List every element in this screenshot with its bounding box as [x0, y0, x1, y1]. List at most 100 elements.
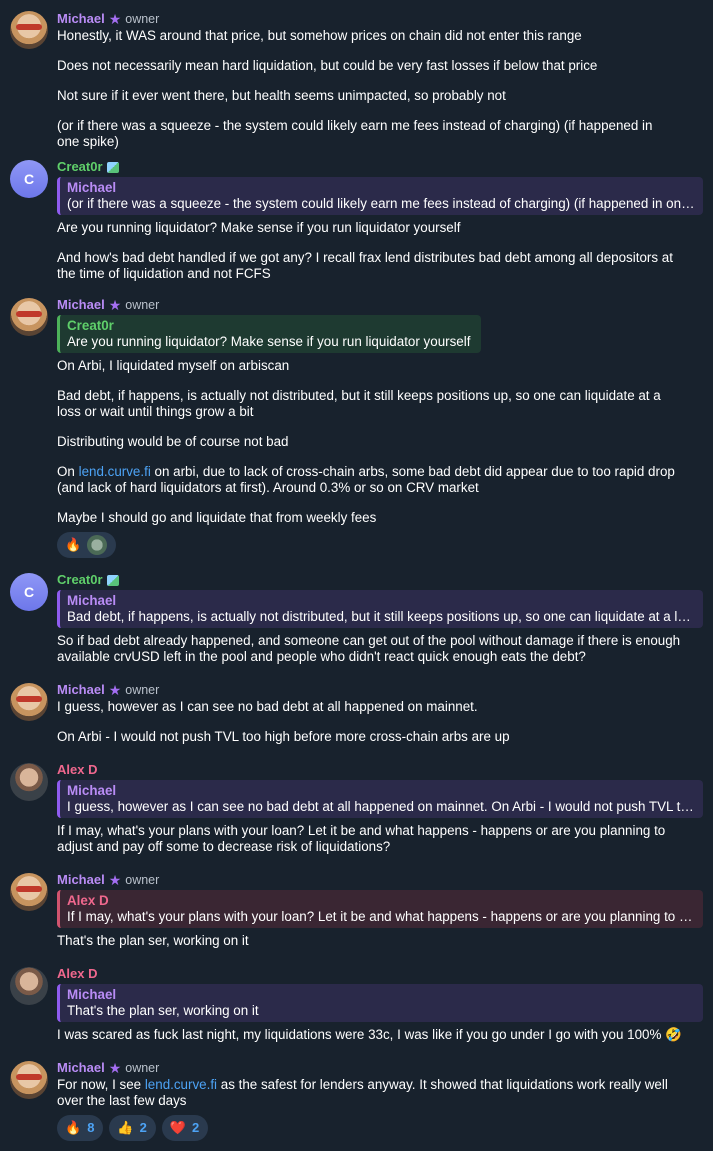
role-badge: owner: [125, 1061, 160, 1075]
message-header: Michael ★ owner: [57, 681, 703, 699]
user-avatar[interactable]: C: [10, 573, 48, 611]
reaction-button[interactable]: 👍 2: [109, 1115, 156, 1141]
reply-quote[interactable]: Michael (or if there was a squeeze - the …: [57, 177, 703, 215]
text-prefix: For now, I see: [57, 1077, 145, 1092]
role-badge: owner: [125, 298, 160, 312]
reaction-button[interactable]: 🔥: [57, 532, 117, 558]
author-name[interactable]: Creat0r: [57, 159, 103, 175]
message-content: Alex D Michael I guess, however as I can s…: [57, 761, 703, 855]
reply-quote-author: Alex D: [67, 893, 109, 908]
role-badge: owner: [125, 12, 160, 26]
message-text-line: I guess, however as I can see no bad deb…: [57, 699, 478, 714]
reply-quote-text: I guess, however as I can see no bad deb…: [67, 799, 697, 814]
message-content: Alex D Michael That's the plan ser, workin…: [57, 965, 703, 1043]
author-name[interactable]: Michael: [57, 297, 105, 313]
user-avatar[interactable]: C: [10, 160, 48, 198]
star-icon: ★: [108, 11, 122, 27]
message-header: Michael ★ owner: [57, 296, 703, 314]
reply-quote-text: If I may, what's your plans with your lo…: [67, 909, 697, 924]
author-name[interactable]: Alex D: [57, 966, 97, 982]
reply-quote-text: (or if there was a squeeze - the system …: [67, 196, 697, 211]
user-avatar[interactable]: [10, 967, 48, 1005]
reaction-emoji: 👍: [117, 1120, 134, 1135]
message-text-line: I was scared as fuck last night, my liqu…: [57, 1027, 682, 1042]
reaction-count: 2: [139, 1120, 147, 1135]
message-content: Michael ★ owner I guess, however as I can s…: [57, 681, 703, 745]
message-text-line: Are you running liquidator? Make sense i…: [57, 220, 461, 235]
message-header: Creat0r: [57, 158, 703, 176]
message-text-line: On Arbi - I would not push TVL too high …: [57, 729, 510, 744]
user-avatar[interactable]: [10, 1061, 48, 1099]
reaction-emoji: ❤️: [169, 1120, 187, 1135]
emoji-status-icon: [106, 161, 119, 173]
reactions-bar: 🔥 8 👍 2 ❤️ 2: [57, 1115, 703, 1141]
message-text-line: adjust and pay off some to decrease risk…: [57, 839, 391, 854]
emoji-status-icon: [106, 574, 119, 586]
message-content: Michael ★ owner For now, I see lend.curve.f…: [57, 1059, 703, 1141]
user-avatar[interactable]: [10, 763, 48, 801]
author-name[interactable]: Michael: [57, 1060, 105, 1076]
user-avatar[interactable]: [10, 683, 48, 721]
message-header: Alex D: [57, 761, 703, 779]
message-header: Creat0r: [57, 571, 703, 589]
reply-quote[interactable]: Creat0r Are you running liquidator? Make …: [57, 315, 481, 353]
message-text-line: over the last few days: [57, 1093, 187, 1108]
message-text-line: If I may, what's your plans with your lo…: [57, 823, 666, 838]
user-avatar[interactable]: [10, 11, 48, 49]
message-text-line: Honestly, it WAS around that price, but …: [57, 28, 582, 43]
message-text-line: Not sure if it ever went there, but heal…: [57, 88, 506, 103]
message-header: Michael ★ owner: [57, 1059, 703, 1077]
reply-quote[interactable]: Alex D If I may, what's your plans with y…: [57, 890, 703, 928]
message-text-line: the time of liquidation and not FCFS: [57, 266, 271, 281]
reaction-emoji: 🔥: [65, 537, 82, 552]
author-name[interactable]: Alex D: [57, 762, 97, 778]
reaction-button[interactable]: 🔥 8: [57, 1115, 104, 1141]
text-suffix: as the safest for lenders anyway. It sho…: [217, 1077, 668, 1092]
author-name[interactable]: Michael: [57, 682, 105, 698]
chat-message-list[interactable]: Michael ★ owner Honestly, it WAS around tha…: [0, 0, 713, 1151]
message-text-line: available crvUSD left in the pool and pe…: [57, 649, 586, 664]
reply-quote[interactable]: Michael That's the plan ser, working on i…: [57, 984, 703, 1022]
author-name[interactable]: Michael: [57, 11, 105, 27]
link-lend-curve[interactable]: lend.curve.fi: [79, 464, 151, 479]
reply-quote-author: Creat0r: [67, 318, 114, 333]
message-content: Michael ★ owner Creat0r Are you running liqu…: [57, 296, 703, 558]
message-content: Michael ★ owner Alex D If I may, what's your…: [57, 871, 703, 949]
reply-quote-text: Bad debt, if happens, is actually not di…: [67, 609, 697, 624]
message-text-line: On lend.curve.fi on arbi, due to lack of…: [57, 464, 703, 480]
message-text-line: Does not necessarily mean hard liquidati…: [57, 58, 598, 73]
message-text-line: For now, I see lend.curve.fi as the safe…: [57, 1077, 703, 1093]
reply-quote[interactable]: Michael I guess, however as I can see no …: [57, 780, 703, 818]
user-avatar[interactable]: [10, 298, 48, 336]
author-name[interactable]: Michael: [57, 872, 105, 888]
message-text-line: On Arbi, I liquidated myself on arbiscan: [57, 358, 290, 373]
reaction-button[interactable]: ❤️ 2: [161, 1115, 209, 1141]
reply-quote-text: Are you running liquidator? Make sense i…: [67, 334, 471, 349]
message-text-line: (or if there was a squeeze - the system …: [57, 118, 653, 133]
reply-quote-author: Michael: [67, 180, 117, 195]
role-badge: owner: [125, 683, 160, 697]
user-avatar[interactable]: [10, 873, 48, 911]
reaction-emoji: 🔥: [65, 1120, 82, 1135]
link-lend-curve[interactable]: lend.curve.fi: [145, 1077, 217, 1092]
message-text-line: loss or wait until things grow a bit: [57, 404, 254, 419]
message-content: Creat0r Michael Bad debt, if happens, is a…: [57, 571, 703, 665]
role-badge: owner: [125, 873, 160, 887]
message-header: Michael ★ owner: [57, 10, 703, 28]
reaction-count: 2: [192, 1120, 200, 1135]
text-suffix: on arbi, due to lack of cross-chain arbs…: [150, 464, 675, 479]
message-text-line: one spike): [57, 134, 119, 149]
message-content: Creat0r Michael (or if there was a squeeze…: [57, 158, 703, 282]
reply-quote-author: Michael: [67, 783, 117, 798]
message-text-line: Maybe I should go and liquidate that fro…: [57, 510, 377, 525]
author-name[interactable]: Creat0r: [57, 572, 103, 588]
reply-quote[interactable]: Michael Bad debt, if happens, is actually…: [57, 590, 703, 628]
star-icon: ★: [108, 682, 122, 698]
